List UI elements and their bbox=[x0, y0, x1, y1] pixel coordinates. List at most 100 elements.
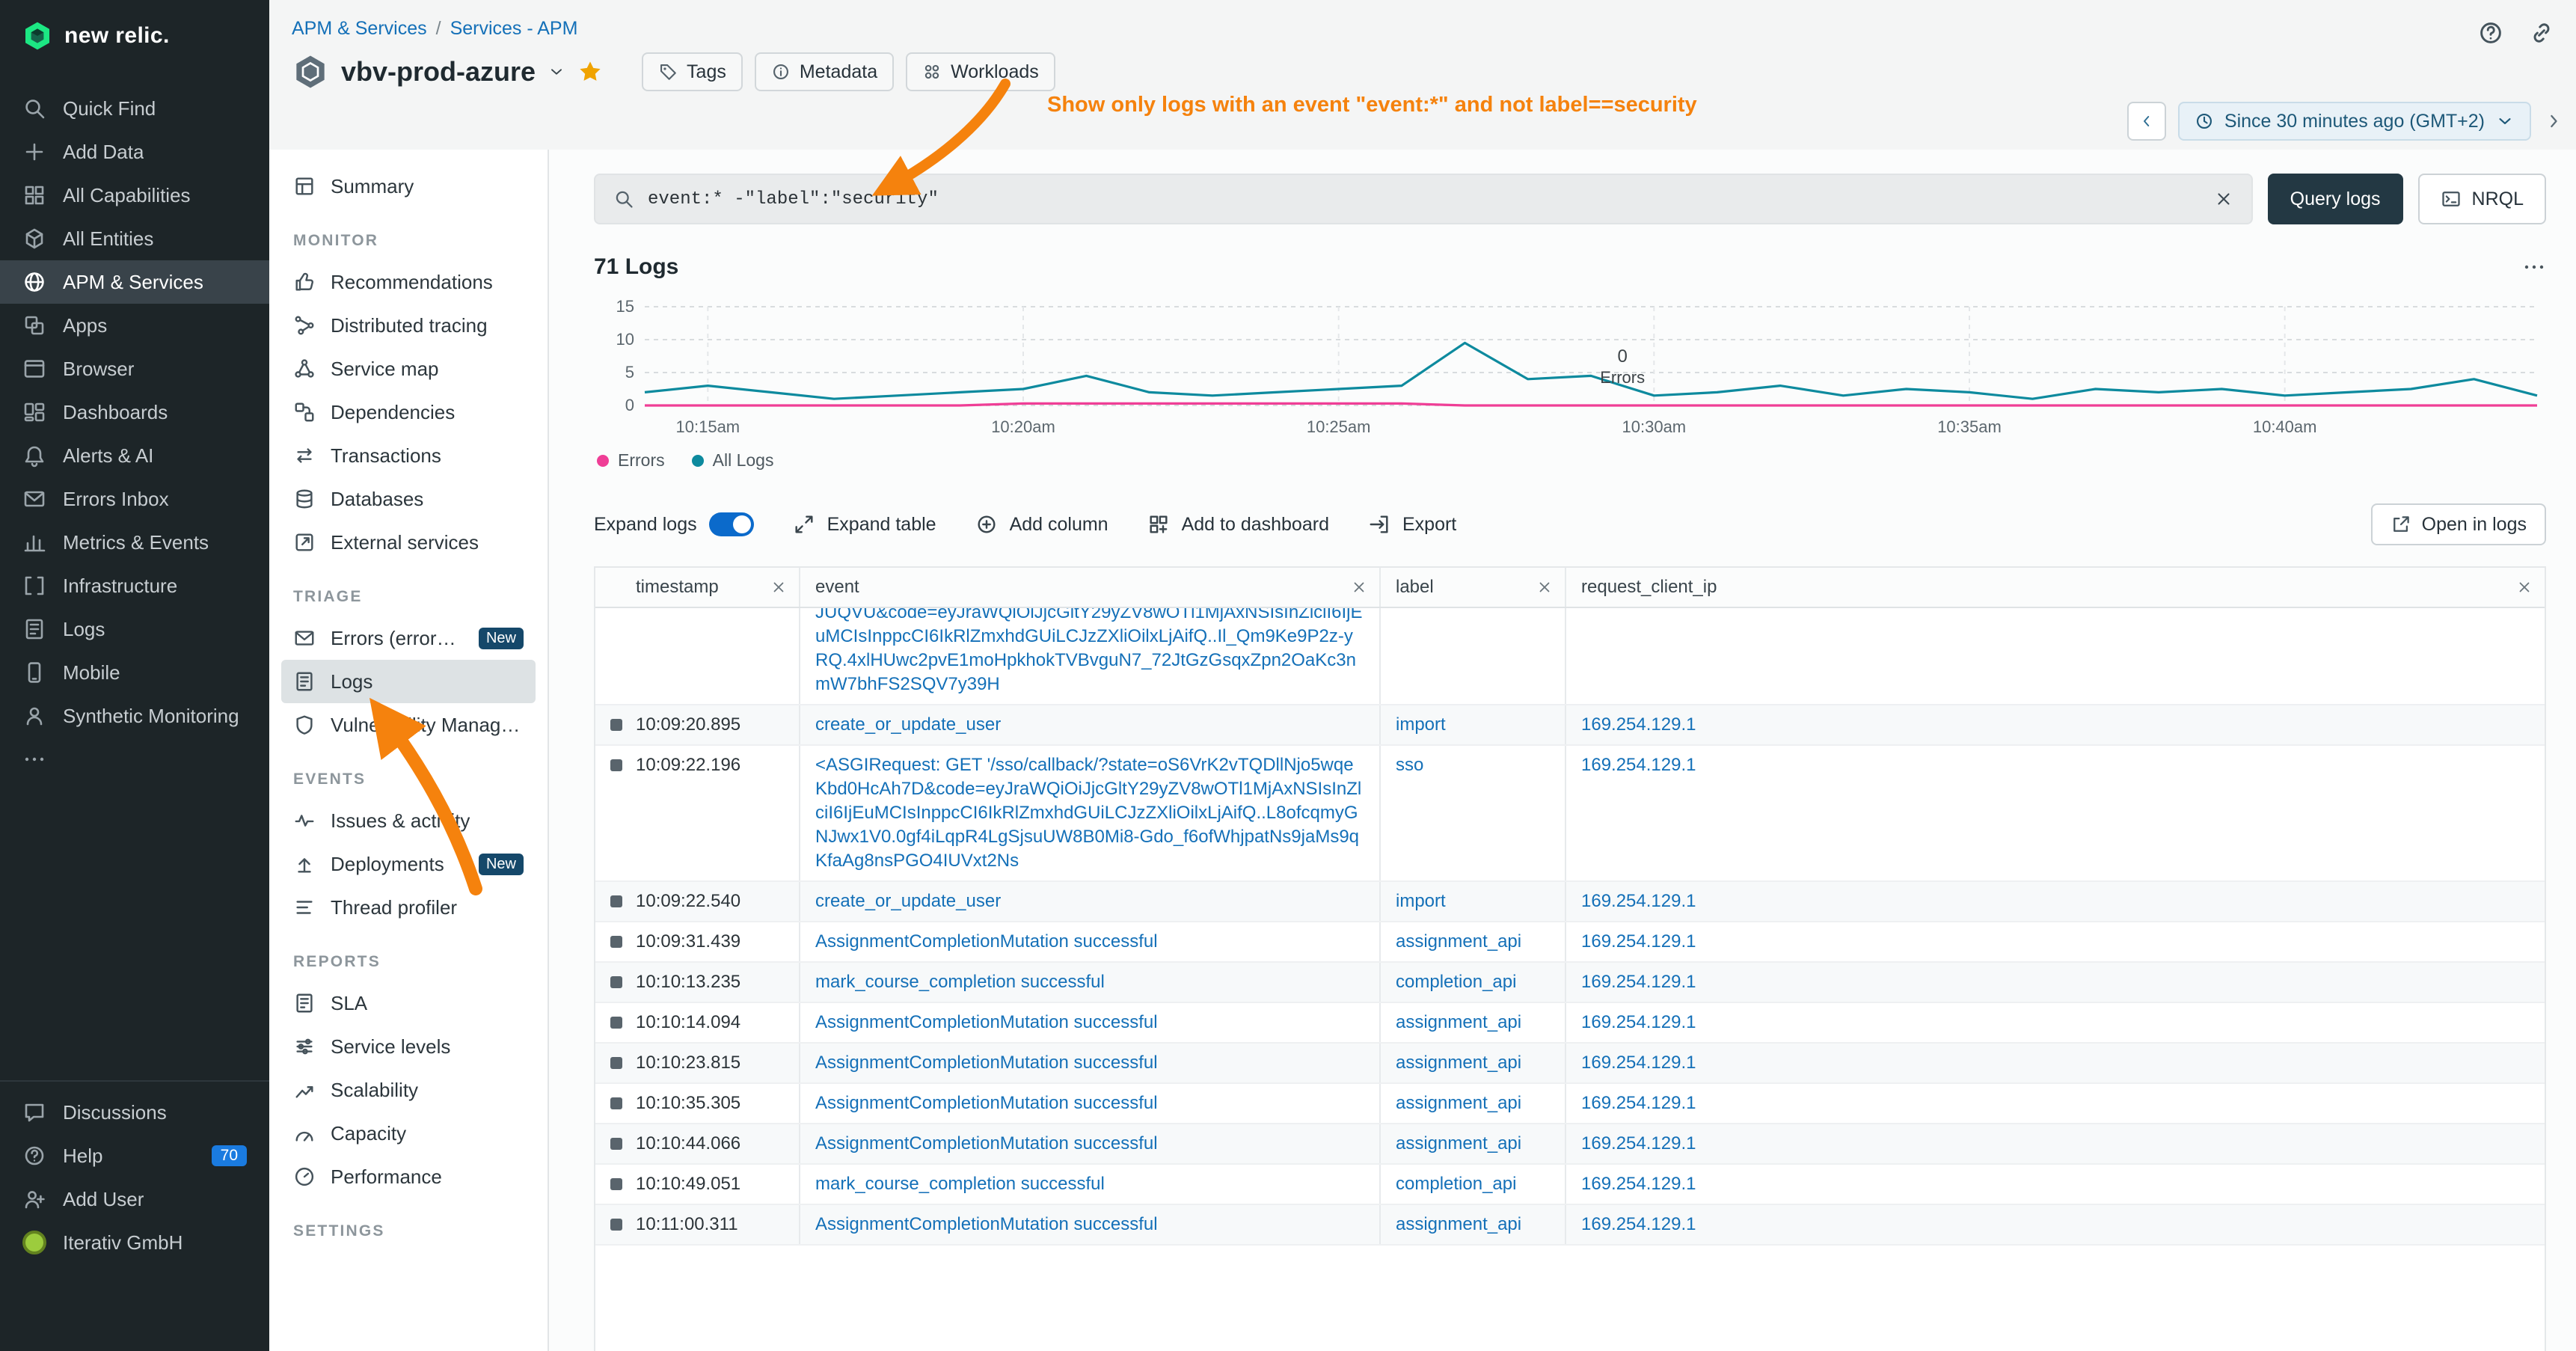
subnav-item-summary[interactable]: Summary bbox=[281, 165, 536, 208]
log-event-link[interactable]: AssignmentCompletionMutation successful bbox=[815, 1012, 1158, 1032]
row-checkbox[interactable] bbox=[610, 759, 622, 771]
subnav-item-external-services[interactable]: External services bbox=[281, 521, 536, 564]
subnav-item-databases[interactable]: Databases bbox=[281, 477, 536, 521]
log-event-link[interactable]: AssignmentCompletionMutation successful bbox=[815, 931, 1158, 952]
log-row[interactable]: 10:10:49.051mark_course_completion succe… bbox=[595, 1165, 2545, 1205]
log-ip-link[interactable]: 169.254.129.1 bbox=[1581, 714, 1696, 735]
remove-column-request-client-ip-icon[interactable] bbox=[2516, 579, 2533, 595]
subnav-item-distributed-tracing[interactable]: Distributed tracing bbox=[281, 304, 536, 347]
favorite-star-icon[interactable] bbox=[577, 59, 603, 85]
log-ip-link[interactable]: 169.254.129.1 bbox=[1581, 1133, 1696, 1154]
row-checkbox[interactable] bbox=[610, 1057, 622, 1069]
permalink-icon[interactable] bbox=[2528, 19, 2555, 46]
remove-column-timestamp-icon[interactable] bbox=[770, 579, 787, 595]
row-checkbox[interactable] bbox=[610, 719, 622, 731]
log-label-link[interactable]: assignment_api bbox=[1396, 931, 1521, 952]
global-nav-synthetic-monitoring[interactable]: Synthetic Monitoring bbox=[0, 694, 269, 738]
subnav-item-sla[interactable]: SLA bbox=[281, 981, 536, 1025]
log-ip-link[interactable]: 169.254.129.1 bbox=[1581, 1053, 1696, 1073]
log-row[interactable]: 10:09:31.439AssignmentCompletionMutation… bbox=[595, 922, 2545, 963]
global-footer-add-user[interactable]: Add User bbox=[0, 1177, 269, 1221]
global-nav-all-entities[interactable]: All Entities bbox=[0, 217, 269, 260]
row-checkbox[interactable] bbox=[610, 1178, 622, 1190]
remove-column-event-icon[interactable] bbox=[1351, 579, 1367, 595]
log-row[interactable]: 10:09:22.196<ASGIRequest: GET '/sso/call… bbox=[595, 746, 2545, 882]
remove-column-label-icon[interactable] bbox=[1536, 579, 1553, 595]
global-footer-iterativ-gmbh[interactable]: Iterativ GmbH bbox=[0, 1221, 269, 1264]
global-nav-apm-services[interactable]: APM & Services bbox=[0, 260, 269, 304]
log-ip-link[interactable]: 169.254.129.1 bbox=[1581, 891, 1696, 911]
log-ip-link[interactable]: 169.254.129.1 bbox=[1581, 1093, 1696, 1113]
log-row[interactable]: 10:10:35.305AssignmentCompletionMutation… bbox=[595, 1084, 2545, 1124]
subnav-item-deployments[interactable]: DeploymentsNew bbox=[281, 842, 536, 886]
logs-timeseries-chart[interactable]: 05101510:15am10:20am10:25am10:30am10:35a… bbox=[594, 295, 2546, 444]
global-nav-dashboards[interactable]: Dashboards bbox=[0, 390, 269, 434]
subnav-item-service-levels[interactable]: Service levels bbox=[281, 1025, 536, 1068]
global-nav-alerts-ai[interactable]: Alerts & AI bbox=[0, 434, 269, 477]
metadata-button[interactable]: Metadata bbox=[755, 52, 894, 91]
log-row[interactable]: 10:09:22.540create_or_update_userimport1… bbox=[595, 882, 2545, 922]
legend-all-logs[interactable]: All Logs bbox=[692, 450, 774, 471]
subnav-item-thread-profiler[interactable]: Thread profiler bbox=[281, 886, 536, 929]
log-label-link[interactable]: assignment_api bbox=[1396, 1214, 1521, 1234]
add-column-button[interactable]: Add column bbox=[975, 513, 1108, 536]
open-in-logs-button[interactable]: Open in logs bbox=[2371, 503, 2546, 545]
global-footer-discussions[interactable]: Discussions bbox=[0, 1091, 269, 1134]
log-row[interactable]: JUQVU&code=eyJraWQiOiJjcGltY29yZV8wOTl1M… bbox=[595, 608, 2545, 705]
subnav-item-issues-activity[interactable]: Issues & activity bbox=[281, 799, 536, 842]
log-row[interactable]: 10:10:14.094AssignmentCompletionMutation… bbox=[595, 1003, 2545, 1044]
column-header-request-client-ip[interactable]: request_client_ip bbox=[1566, 568, 2545, 607]
column-header-label[interactable]: label bbox=[1381, 568, 1566, 607]
log-label-link[interactable]: import bbox=[1396, 891, 1446, 911]
log-event-link[interactable]: AssignmentCompletionMutation successful bbox=[815, 1214, 1158, 1234]
log-row[interactable]: 10:11:00.311AssignmentCompletionMutation… bbox=[595, 1205, 2545, 1246]
log-event-link[interactable]: mark_course_completion successful bbox=[815, 972, 1105, 992]
breadcrumb-apm-services[interactable]: APM & Services bbox=[292, 18, 427, 40]
global-nav-infrastructure[interactable]: Infrastructure bbox=[0, 564, 269, 607]
log-label-link[interactable]: assignment_api bbox=[1396, 1133, 1521, 1154]
row-checkbox[interactable] bbox=[610, 1097, 622, 1109]
log-event-link[interactable]: AssignmentCompletionMutation successful bbox=[815, 1093, 1158, 1113]
global-nav-add-data[interactable]: Add Data bbox=[0, 130, 269, 174]
log-event-link[interactable]: mark_course_completion successful bbox=[815, 1174, 1105, 1194]
global-nav-logs[interactable]: Logs bbox=[0, 607, 269, 651]
entity-chevron-down-icon[interactable] bbox=[548, 63, 565, 81]
global-nav-quick-find[interactable]: Quick Find bbox=[0, 87, 269, 130]
log-row[interactable]: 10:10:23.815AssignmentCompletionMutation… bbox=[595, 1044, 2545, 1084]
log-event-link[interactable]: create_or_update_user bbox=[815, 714, 1001, 735]
legend-errors[interactable]: Errors bbox=[597, 450, 665, 471]
more-options-icon[interactable] bbox=[2522, 255, 2546, 279]
subnav-item-recommendations[interactable]: Recommendations bbox=[281, 260, 536, 304]
subnav-item-transactions[interactable]: Transactions bbox=[281, 434, 536, 477]
log-ip-link[interactable]: 169.254.129.1 bbox=[1581, 1012, 1696, 1032]
log-ip-link[interactable]: 169.254.129.1 bbox=[1581, 1174, 1696, 1194]
row-checkbox[interactable] bbox=[610, 895, 622, 907]
log-ip-link[interactable]: 169.254.129.1 bbox=[1581, 931, 1696, 952]
global-footer-help[interactable]: Help70 bbox=[0, 1134, 269, 1177]
log-event-link[interactable]: create_or_update_user bbox=[815, 891, 1001, 911]
subnav-item-vulnerability-management[interactable]: Vulnerability Management bbox=[281, 703, 536, 747]
expand-logs-toggle[interactable]: Expand logs bbox=[594, 512, 754, 536]
subnav-item-scalability[interactable]: Scalability bbox=[281, 1068, 536, 1112]
time-picker[interactable]: Since 30 minutes ago (GMT+2) bbox=[2178, 102, 2531, 141]
log-event-link[interactable]: <ASGIRequest: GET '/sso/callback/?state=… bbox=[815, 755, 1361, 871]
expand-table-button[interactable]: Expand table bbox=[793, 513, 936, 536]
log-label-link[interactable]: completion_api bbox=[1396, 1174, 1516, 1194]
log-event-link[interactable]: AssignmentCompletionMutation successful bbox=[815, 1053, 1158, 1073]
row-checkbox[interactable] bbox=[610, 1219, 622, 1231]
subnav-item-logs[interactable]: Logs bbox=[281, 660, 536, 703]
log-label-link[interactable]: assignment_api bbox=[1396, 1012, 1521, 1032]
column-header-event[interactable]: event bbox=[800, 568, 1381, 607]
log-ip-link[interactable]: 169.254.129.1 bbox=[1581, 755, 1696, 775]
workloads-button[interactable]: Workloads bbox=[906, 52, 1055, 91]
global-nav-mobile[interactable]: Mobile bbox=[0, 651, 269, 694]
global-nav-all-capabilities[interactable]: All Capabilities bbox=[0, 174, 269, 217]
toggle-on-icon[interactable] bbox=[709, 512, 754, 536]
subnav-item-service-map[interactable]: Service map bbox=[281, 347, 536, 390]
clear-query-icon[interactable] bbox=[2214, 189, 2233, 209]
log-row[interactable]: 10:10:13.235mark_course_completion succe… bbox=[595, 963, 2545, 1003]
subnav-item-capacity[interactable]: Capacity bbox=[281, 1112, 536, 1155]
global-nav-browser[interactable]: Browser bbox=[0, 347, 269, 390]
subnav-item-errors-errors-inb[interactable]: Errors (errors inb...New bbox=[281, 616, 536, 660]
add-to-dashboard-button[interactable]: Add to dashboard bbox=[1147, 513, 1329, 536]
